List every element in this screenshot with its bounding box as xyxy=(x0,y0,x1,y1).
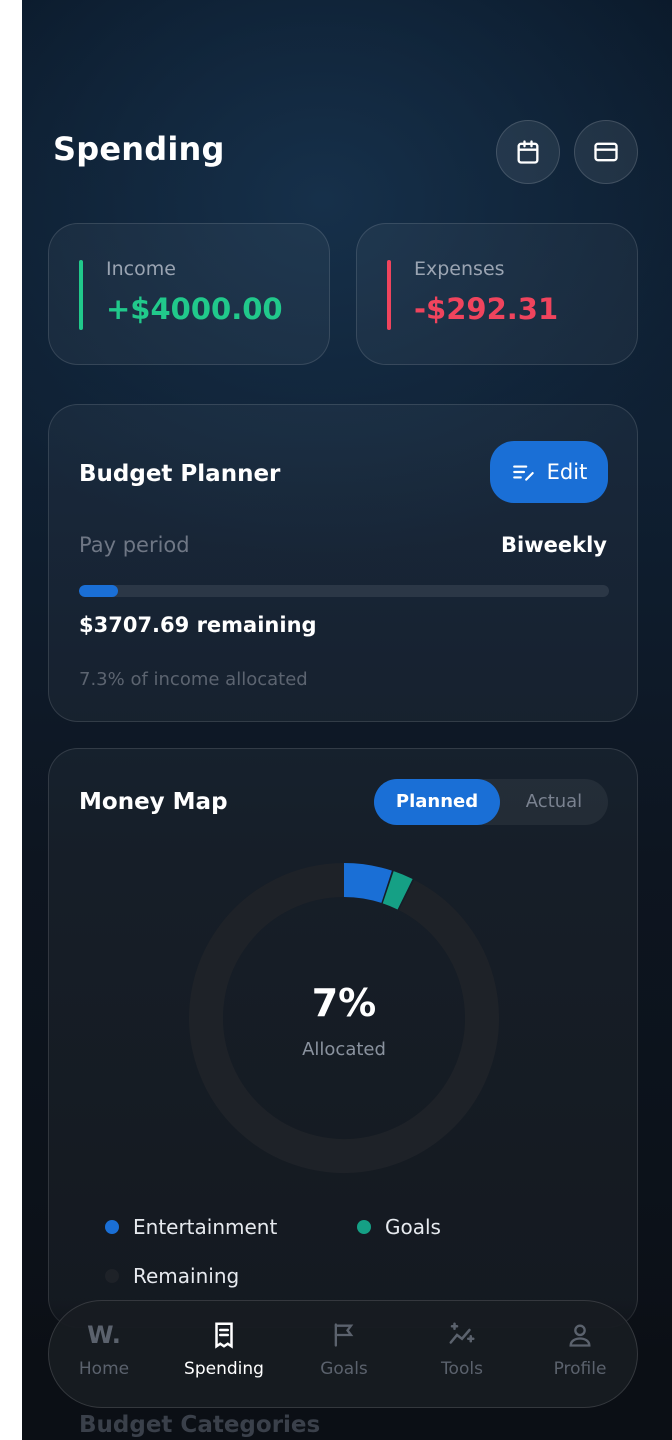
nav-item-tools[interactable]: Tools xyxy=(407,1315,517,1395)
nav-label: Tools xyxy=(441,1359,483,1379)
flag-icon xyxy=(334,1323,354,1347)
income-value: +$4000.00 xyxy=(106,292,283,326)
legend-label: Entertainment xyxy=(133,1215,278,1239)
donut-segment-goals xyxy=(382,871,413,910)
income-card: Income +$4000.00 xyxy=(48,223,330,365)
donut-center-value: 7% xyxy=(311,981,377,1025)
income-label: Income xyxy=(106,258,176,280)
donut-center-label: Allocated xyxy=(302,1039,386,1060)
nav-label: Profile xyxy=(553,1359,607,1379)
nav-label: Goals xyxy=(320,1359,368,1379)
legend-dot-remaining xyxy=(105,1269,119,1283)
nav-label: Home xyxy=(78,1359,130,1379)
user-icon xyxy=(569,1324,591,1347)
money-map-card: Money Map Planned Actual 7% Allocated En… xyxy=(48,748,638,1328)
budget-progress-fill xyxy=(79,585,118,597)
expenses-value: -$292.31 xyxy=(414,292,559,326)
edit-list-icon xyxy=(512,465,534,481)
allocated-note: 7.3% of income allocated xyxy=(79,669,308,690)
bottom-nav: W. Home Spending Goals Tools Profile xyxy=(48,1300,638,1408)
legend-dot-entertainment xyxy=(105,1220,119,1234)
budget-planner-card: Budget Planner Edit Pay period Biweekly … xyxy=(48,404,638,722)
legend-label: Remaining xyxy=(133,1264,240,1288)
tab-actual[interactable]: Actual xyxy=(500,779,608,825)
expenses-accent-bar xyxy=(387,260,391,330)
budget-planner-title: Budget Planner xyxy=(79,461,281,487)
w-logo-icon: W. xyxy=(49,1315,159,1355)
legend-dot-goals xyxy=(357,1220,371,1234)
budget-progress-bar xyxy=(79,585,609,597)
edit-button[interactable]: Edit xyxy=(490,441,608,503)
calendar-icon xyxy=(517,140,539,164)
legend-remaining: Remaining xyxy=(105,1264,239,1288)
nav-item-home[interactable]: W. Home xyxy=(49,1315,159,1395)
pay-period-value: Biweekly xyxy=(501,533,607,557)
spending-screen: Spending Income +$4000.00 Expenses -$292… xyxy=(22,0,672,1440)
tab-planned[interactable]: Planned xyxy=(374,779,500,825)
income-accent-bar xyxy=(79,260,83,330)
legend-entertainment: Entertainment xyxy=(105,1215,277,1239)
nav-item-profile[interactable]: Profile xyxy=(525,1315,635,1395)
money-map-title: Money Map xyxy=(79,789,228,815)
expenses-card: Expenses -$292.31 xyxy=(356,223,638,365)
edit-label: Edit xyxy=(546,460,588,484)
remaining-amount: $3707.69 remaining xyxy=(79,613,317,637)
sparkle-chart-icon xyxy=(449,1322,475,1344)
legend-label: Goals xyxy=(385,1215,441,1239)
planned-actual-toggle: Planned Actual xyxy=(374,779,608,825)
nav-label: Spending xyxy=(184,1359,264,1379)
credit-card-icon xyxy=(594,142,618,162)
expenses-label: Expenses xyxy=(414,258,505,280)
page-title: Spending xyxy=(53,130,225,168)
pay-period-label: Pay period xyxy=(79,533,190,557)
donut-segment-entertainment xyxy=(343,863,392,904)
card-button[interactable] xyxy=(574,120,638,184)
calendar-button[interactable] xyxy=(496,120,560,184)
nav-item-spending[interactable]: Spending xyxy=(169,1315,279,1395)
home-logo-text: W. xyxy=(87,1321,121,1349)
nav-item-goals[interactable]: Goals xyxy=(289,1315,399,1395)
legend-goals: Goals xyxy=(357,1215,441,1239)
receipt-icon xyxy=(215,1322,233,1349)
budget-categories-title: Budget Categories xyxy=(79,1412,321,1438)
